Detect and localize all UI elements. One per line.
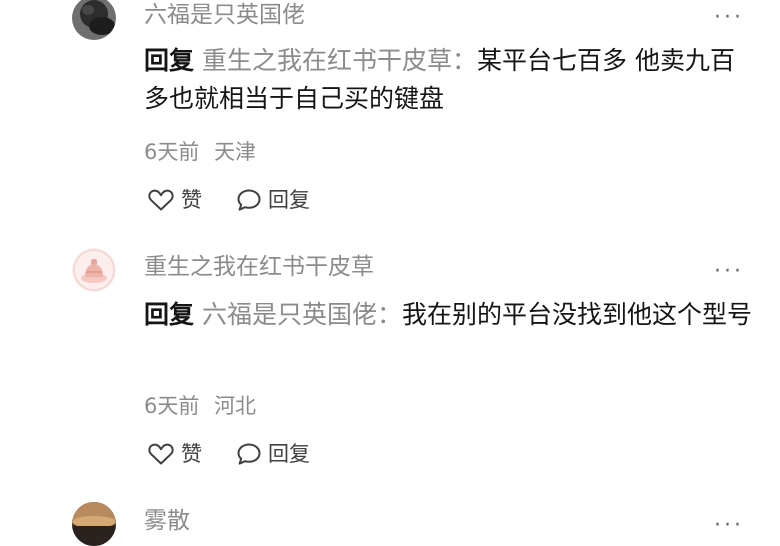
reply-separator: ： [376,300,402,329]
more-dots-icon[interactable]: ··· [714,7,744,29]
comment-body: 回复 六福是只英国佬：我在别的平台没找到他这个型号 [144,296,754,334]
like-button[interactable]: 赞 [147,186,202,214]
reply-button[interactable]: 回复 [236,186,310,214]
like-label: 赞 [181,188,202,212]
comment-meta: 6天前 天津 [144,138,256,166]
avatar-image [72,502,116,546]
like-button[interactable]: 赞 [147,440,202,468]
reply-prefix: 回复 [144,46,195,75]
comment-actions: 赞 回复 [147,186,310,214]
heart-outline-icon [148,443,174,465]
avatar[interactable] [72,0,116,40]
speech-bubble-icon [237,189,261,211]
more-dots-icon[interactable]: ··· [714,515,744,537]
comment-meta: 6天前 河北 [144,392,256,420]
reply-label: 回复 [268,442,310,466]
avatar-image [72,0,116,40]
reply-button[interactable]: 回复 [236,440,310,468]
speech-bubble-icon [237,443,261,465]
comment-body: 回复 重生之我在红书干皮草：某平台七百多 他卖九百多也就相当于自己买的键盘 [144,42,754,118]
comment-time: 6天前 [144,394,200,418]
comment-location: 天津 [214,140,257,164]
comment-location: 河北 [214,394,257,418]
reply-prefix: 回复 [144,300,195,329]
comment-text: 我在别的平台没找到他这个型号 [402,300,753,329]
reply-separator: ： [451,46,477,75]
comment-time: 6天前 [144,140,200,164]
avatar[interactable] [72,502,116,546]
comment-username[interactable]: 雾散 [144,506,190,536]
avatar[interactable] [72,248,116,292]
comment-username[interactable]: 重生之我在红书干皮草 [144,252,374,282]
reply-target-username[interactable]: 六福是只英国佬 [202,300,377,329]
avatar-image [72,248,116,292]
comment-username[interactable]: 六福是只英国佬 [144,0,305,30]
heart-outline-icon [148,189,174,211]
reply-label: 回复 [268,188,310,212]
comment-actions: 赞 回复 [147,440,310,468]
reply-target-username[interactable]: 重生之我在红书干皮草 [202,46,452,75]
more-dots-icon[interactable]: ··· [714,261,744,283]
like-label: 赞 [181,442,202,466]
